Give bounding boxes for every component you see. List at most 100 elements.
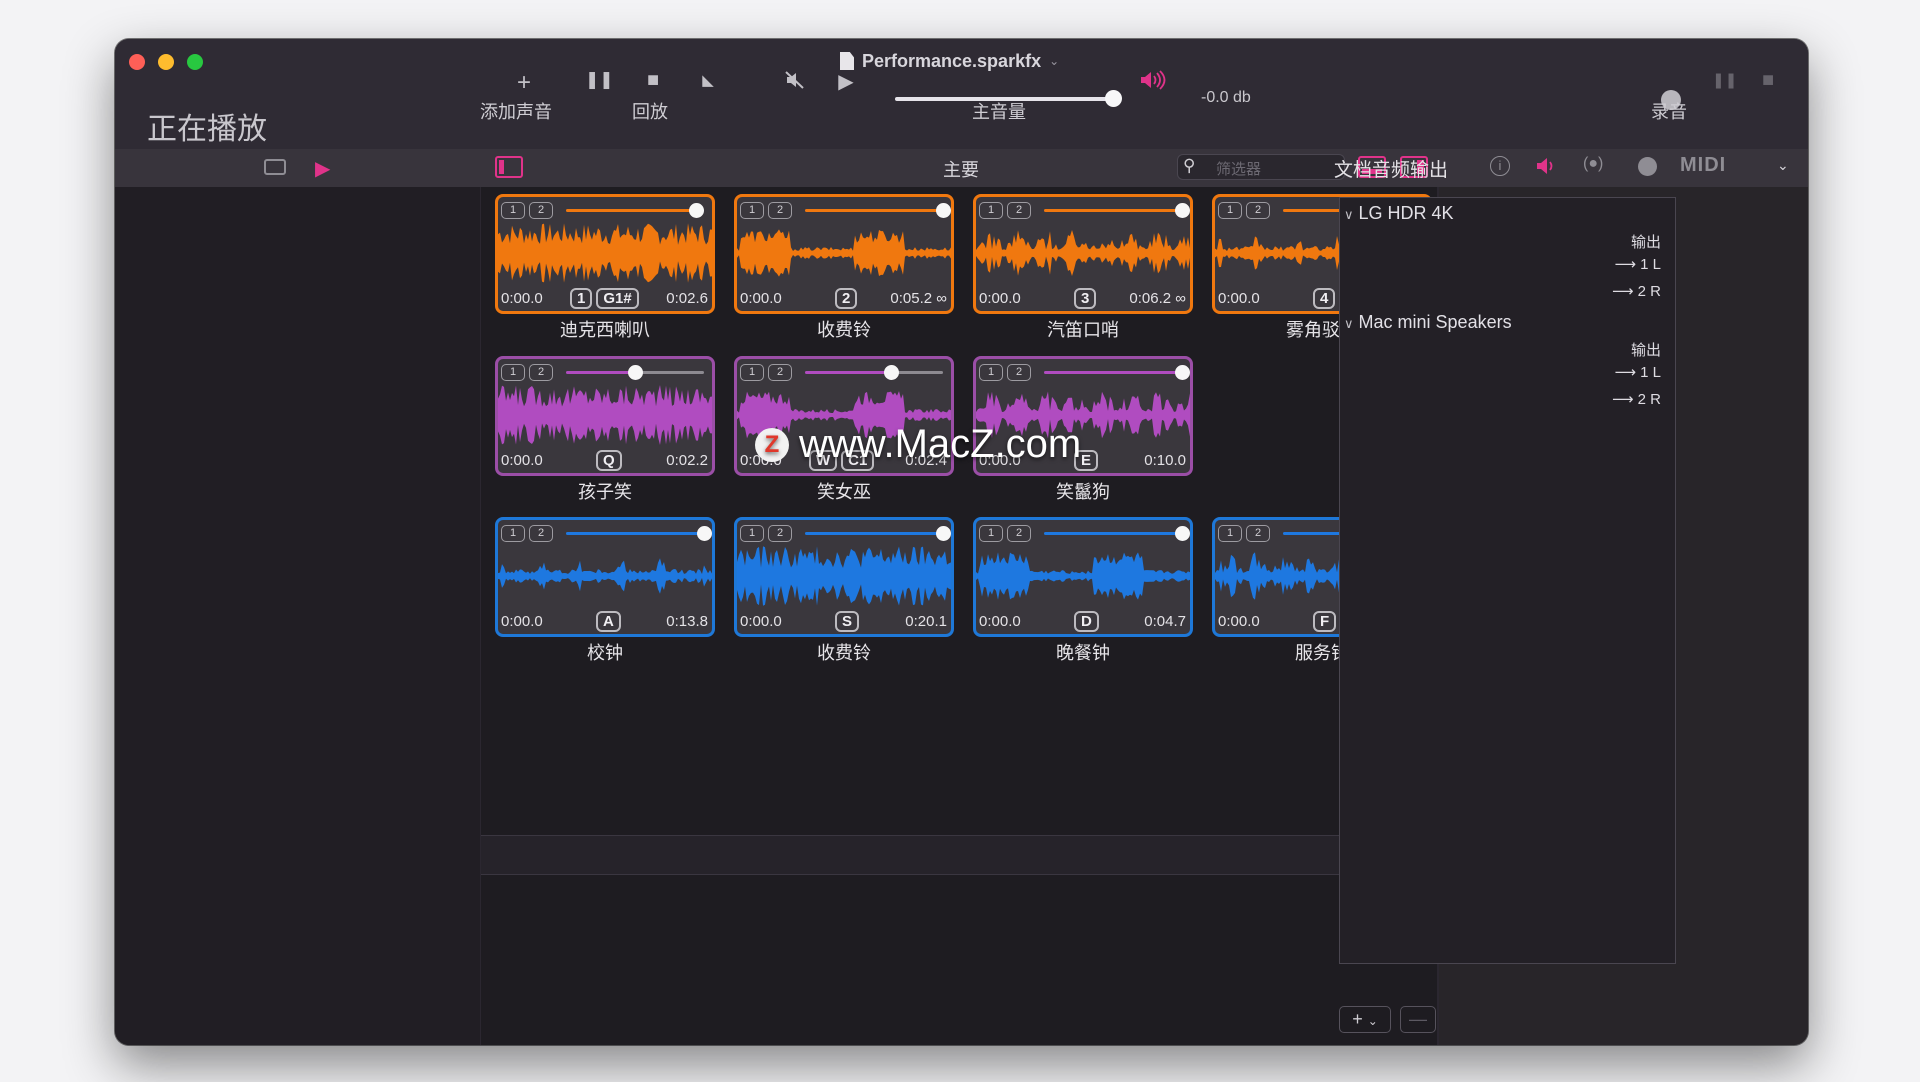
master-volume-label: 主音量 (972, 102, 1026, 122)
sound-tile[interactable]: 1 2 0:00.0 0:02.6 1 G1# (495, 194, 715, 314)
channel-label: 2 R (1637, 391, 1661, 408)
tile-volume-knob[interactable] (1175, 203, 1190, 218)
broadcast-icon[interactable]: (●) (1583, 155, 1603, 173)
channel-1-badge[interactable]: 1 (501, 525, 525, 542)
tile-volume-knob[interactable] (697, 526, 712, 541)
waveform (976, 223, 1190, 283)
tile-volume-slider[interactable] (1044, 532, 1182, 535)
chevron-down-icon: ⌄ (1049, 54, 1060, 68)
play-pink-icon[interactable]: ▶ (315, 156, 330, 181)
midi-icon[interactable]: MIDI (1680, 154, 1726, 177)
channel-1-badge[interactable]: 1 (740, 202, 764, 219)
channel-1-badge[interactable]: 1 (740, 364, 764, 381)
record-stop-button[interactable]: ■ (1758, 69, 1778, 92)
fade-button[interactable]: ◣ (698, 71, 718, 89)
play-button[interactable]: ▶ (834, 69, 858, 94)
zoom-window-button[interactable] (187, 54, 203, 70)
sound-tile[interactable]: 1 2 0:00.0 0:02.2 Q (495, 356, 715, 476)
plus-icon: + (1352, 1009, 1363, 1029)
tile-volume-knob[interactable] (936, 526, 951, 541)
tile-volume-knob[interactable] (1175, 526, 1190, 541)
pause-button[interactable]: ❚❚ (585, 70, 614, 90)
channel-2-badge[interactable]: 2 (768, 364, 792, 381)
channel-2-badge[interactable]: 2 (768, 525, 792, 542)
folder-icon[interactable] (264, 159, 286, 175)
channel-2-badge[interactable]: 2 (1007, 202, 1031, 219)
channel-2-badge[interactable]: 2 (768, 202, 792, 219)
channel-1-badge[interactable]: 1 (1218, 525, 1242, 542)
tile-volume-slider[interactable] (1044, 371, 1182, 374)
group-divider (481, 835, 1437, 875)
device-mac-mini[interactable]: ∨ Mac mini Speakers (1344, 312, 1512, 333)
tile-label: 孩子笑 (578, 482, 632, 502)
tile-label: 汽笛口哨 (1047, 320, 1119, 340)
hotkey-badge: G1# (596, 288, 639, 309)
tile-volume-knob[interactable] (936, 203, 951, 218)
tile-volume-slider[interactable] (805, 371, 943, 374)
remove-output-button[interactable]: — (1400, 1006, 1436, 1033)
device-lg-hdr[interactable]: ∨ LG HDR 4K (1344, 203, 1454, 224)
audio-output-header[interactable]: 文档音频输出 (1334, 155, 1448, 182)
channel-2-badge[interactable]: 2 (1007, 525, 1031, 542)
channel-label: 2 R (1637, 283, 1661, 300)
channel-2-badge[interactable]: 2 (529, 525, 553, 542)
channel-2-badge[interactable]: 2 (1246, 525, 1270, 542)
channel-1l[interactable]: ⟶ 1 L (1614, 363, 1661, 381)
sound-tile[interactable]: 1 2 0:00.0 0:06.2 ∞ 3 (973, 194, 1193, 314)
sound-tile[interactable]: 1 2 0:00.0 0:20.1 S (734, 517, 954, 637)
hotkey-badge: F (1313, 611, 1337, 632)
master-volume-knob[interactable] (1105, 90, 1122, 107)
tile-volume-slider[interactable] (566, 209, 704, 212)
waveform (498, 546, 712, 606)
channel-2-badge[interactable]: 2 (1246, 202, 1270, 219)
channel-2-badge[interactable]: 2 (1007, 364, 1031, 381)
sound-tile[interactable]: 1 2 0:00.0 0:04.7 D (973, 517, 1193, 637)
tile-volume-slider[interactable] (1044, 209, 1182, 212)
channel-2-badge[interactable]: 2 (529, 202, 553, 219)
sound-tile[interactable]: 1 2 0:00.0 0:05.2 ∞ 2 (734, 194, 954, 314)
channel-2-badge[interactable]: 2 (529, 364, 553, 381)
stop-button[interactable]: ■ (641, 69, 665, 92)
waveform (498, 385, 712, 445)
channel-1-badge[interactable]: 1 (979, 364, 1003, 381)
add-output-button[interactable]: + ⌄ (1339, 1006, 1391, 1033)
record-icon[interactable] (1638, 157, 1657, 176)
channel-1-badge[interactable]: 1 (501, 202, 525, 219)
title-bar: Performance.sparkfx ⌄ 正在播放 + 添加声音 ❚❚ ■ ◣… (115, 39, 1808, 149)
tile-volume-slider[interactable] (566, 532, 704, 535)
tile-label: 迪克西喇叭 (560, 320, 650, 340)
record-pause-button[interactable]: ❚❚ (1712, 71, 1737, 89)
info-icon[interactable]: i (1490, 156, 1510, 176)
output-label: 输出 (1630, 234, 1661, 251)
tile-start-time: 0:00.0 (979, 613, 1021, 630)
channel-1-badge[interactable]: 1 (740, 525, 764, 542)
hotkey-badge: S (835, 611, 860, 632)
mute-icon[interactable] (783, 69, 807, 97)
channel-2r[interactable]: ⟶ 2 R (1612, 390, 1661, 408)
tile-volume-slider[interactable] (805, 532, 943, 535)
tile-volume-knob[interactable] (883, 365, 899, 380)
tile-volume-slider[interactable] (805, 209, 943, 212)
minimize-window-button[interactable] (158, 54, 174, 70)
tile-volume-knob[interactable] (688, 203, 704, 218)
tile-volume-knob[interactable] (1175, 365, 1190, 380)
document-title[interactable]: Performance.sparkfx ⌄ (840, 49, 1059, 73)
channel-1-badge[interactable]: 1 (979, 525, 1003, 542)
sound-tile[interactable]: 1 2 0:00.0 0:13.8 A (495, 517, 715, 637)
tile-volume-knob[interactable] (628, 365, 643, 380)
channel-2r[interactable]: ⟶ 2 R (1612, 282, 1661, 300)
close-window-button[interactable] (129, 54, 145, 70)
add-sound-button[interactable]: + (510, 69, 538, 97)
channel-1-badge[interactable]: 1 (501, 364, 525, 381)
hotkey-badge: D (1074, 611, 1099, 632)
channel-1-badge[interactable]: 1 (979, 202, 1003, 219)
chevron-down-icon[interactable]: ⌄ (1777, 157, 1789, 174)
channel-1-badge[interactable]: 1 (1218, 202, 1242, 219)
sidebar-toggle-icon[interactable] (495, 156, 523, 178)
speaker-icon[interactable] (1535, 155, 1557, 182)
record-label: 录音 (1651, 102, 1687, 122)
channel-1l[interactable]: ⟶ 1 L (1614, 255, 1661, 273)
tile-start-time: 0:00.0 (1218, 290, 1260, 307)
watermark-logo-icon: Z (755, 427, 789, 462)
filter-field[interactable]: ⚲ 筛选器 (1177, 154, 1345, 180)
